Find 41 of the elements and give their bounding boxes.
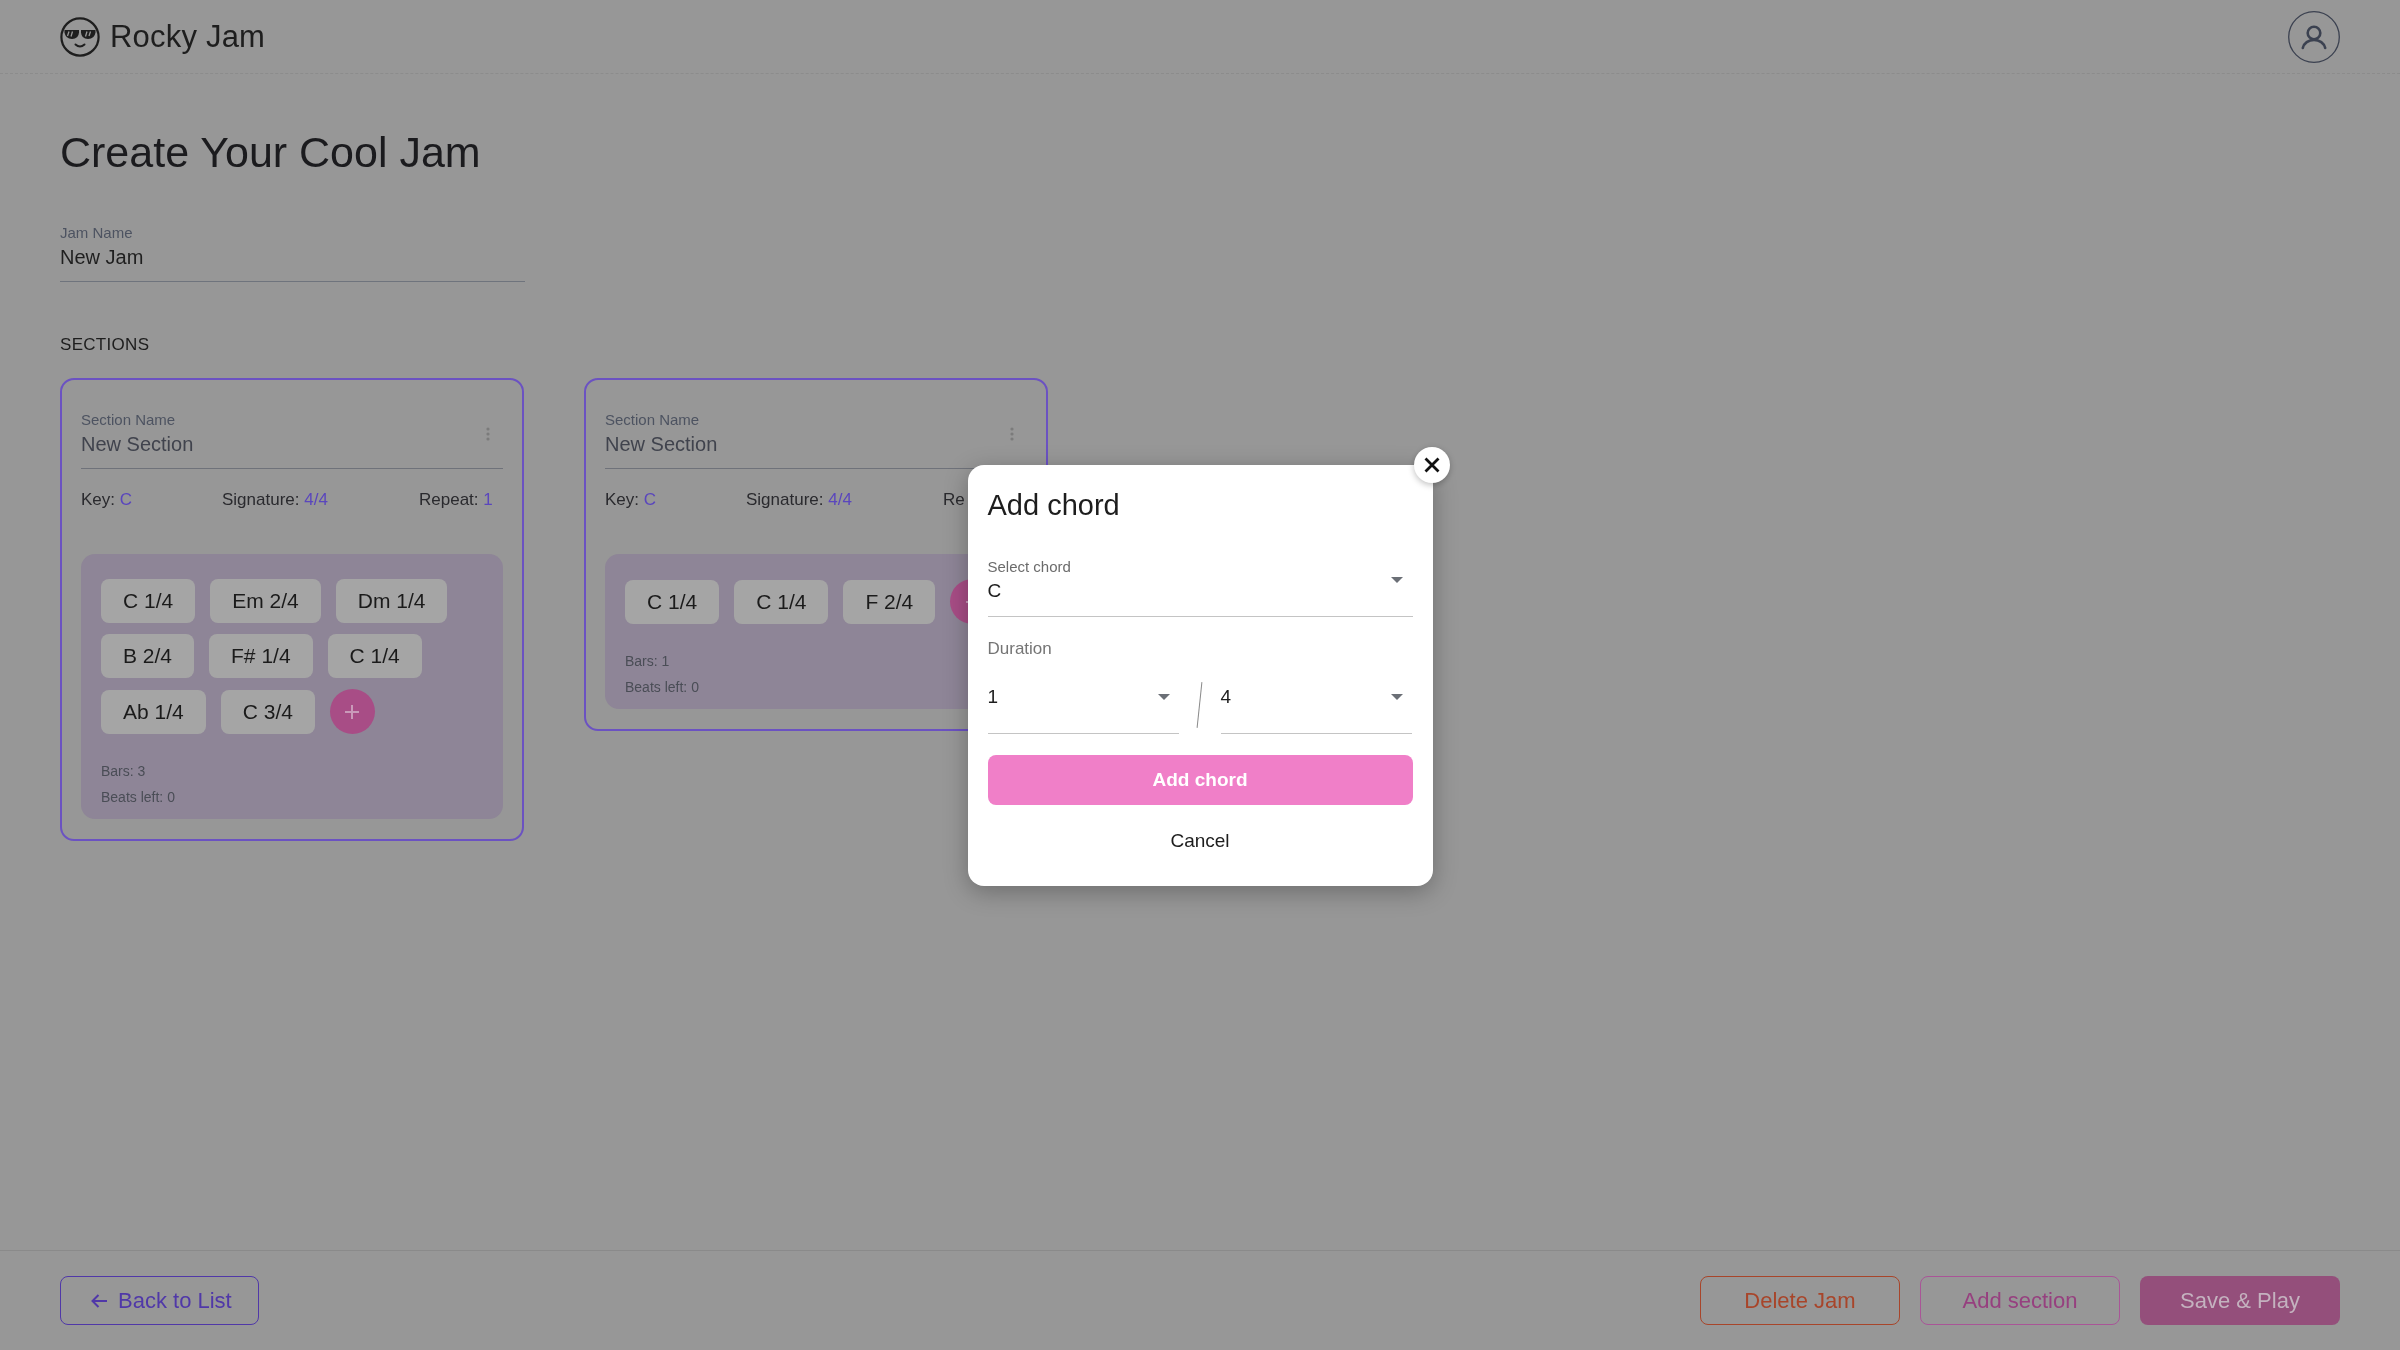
cancel-button[interactable]: Cancel [1158, 822, 1242, 859]
add-chord-button[interactable] [329, 689, 375, 734]
dialog-title: Add chord [987, 487, 1121, 523]
sections-heading: SECTIONS [60, 335, 150, 355]
chord-chip[interactable]: Em 2/4 [210, 579, 321, 623]
chord-chip[interactable]: F 2/4 [843, 579, 936, 624]
account-icon[interactable] [2288, 10, 2340, 63]
caret-icon [1157, 693, 1170, 700]
key-info: Key: C [81, 490, 133, 510]
caret-icon [1390, 577, 1403, 583]
chord-chip[interactable]: Ab 1/4 [101, 689, 206, 734]
numerator-select[interactable]: 1 [987, 675, 1179, 734]
repeat-info: Re [943, 490, 965, 510]
chord-chip[interactable]: C 1/4 [101, 579, 196, 623]
chord-chip[interactable]: C 1/4 [327, 634, 422, 678]
denominator-select[interactable]: 4 [1220, 675, 1412, 734]
plus-icon [345, 704, 360, 719]
key-info: Key: C [605, 490, 657, 510]
repeat-info: Repeat: 1 [419, 490, 493, 510]
jam-name-field[interactable]: Jam Name New Jam [60, 224, 525, 282]
bars-count: Bars: 1 [625, 652, 670, 670]
signature-info: Signature: 4/4 [746, 490, 852, 510]
page-title: Create Your Cool Jam [60, 127, 481, 178]
signature-info: Signature: 4/4 [222, 490, 328, 510]
beats-left: Beats left: 0 [625, 678, 699, 696]
chord-chip[interactable]: C 1/4 [625, 579, 720, 624]
chord-chip[interactable]: C 3/4 [220, 689, 315, 734]
caret-icon [1390, 693, 1403, 700]
close-button[interactable] [1413, 446, 1450, 483]
logo-icon [60, 16, 100, 57]
chord-select[interactable]: Select chord C [987, 557, 1413, 617]
chord-chip[interactable]: F# 1/4 [209, 634, 313, 678]
chord-chip[interactable]: Dm 1/4 [335, 579, 448, 623]
bars-count: Bars: 3 [101, 762, 146, 780]
logo-text: Rocky Jam [110, 18, 266, 55]
close-icon [1423, 456, 1440, 473]
beats-left: Beats left: 0 [101, 788, 175, 806]
arrow-left-icon [91, 1293, 107, 1308]
chord-chip[interactable]: B 2/4 [101, 634, 195, 678]
duration-label: Duration [987, 638, 1053, 659]
chord-chip[interactable]: C 1/4 [734, 579, 829, 624]
